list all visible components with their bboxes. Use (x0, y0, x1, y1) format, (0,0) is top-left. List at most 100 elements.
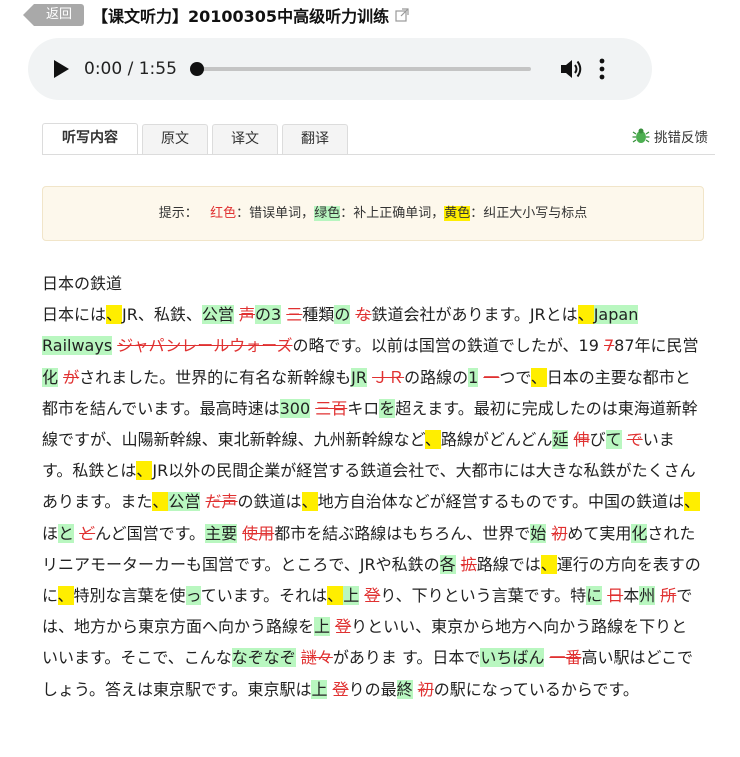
volume-icon[interactable] (559, 58, 583, 80)
progress-bar[interactable] (189, 62, 531, 76)
tab-original[interactable]: 原文 (142, 124, 208, 154)
wrong-word: が (63, 367, 80, 387)
punctuation-fix: 、 (683, 492, 700, 512)
text-segment: の路線の (404, 367, 469, 387)
text-segment: がありま す。日本で (332, 648, 481, 668)
tab-divider (42, 154, 715, 155)
text-segment: り、下りという言葉です。特 (380, 586, 587, 606)
content-body: 日本には、JR、私鉄、公営 声の3 三種類の な鉄道会社があります。JRとは、J… (42, 299, 702, 705)
punctuation-fix: 、 (301, 492, 318, 512)
corrected-word: 公営 (201, 305, 234, 325)
text-segment: 鉄道会社があります。JRとは (371, 305, 578, 325)
text-segment: されました。世界的に有名な新幹線も (79, 367, 352, 387)
wrong-word: 登 (332, 679, 349, 699)
wrong-word: ＪＲ (372, 367, 405, 387)
wrong-word: 三 (286, 305, 303, 325)
text-segment: ほ (42, 523, 59, 543)
wrong-word: 一番 (549, 648, 582, 668)
corrected-word: を (379, 398, 396, 418)
corrected-word: 化 (42, 367, 59, 387)
hint-green-word: 绿色 (314, 206, 341, 221)
corrected-word: 州 (639, 586, 656, 606)
wrong-word: ジャパンレールウォーズ (117, 336, 293, 356)
hint-red-word: 红色 (210, 206, 237, 221)
punctuation-fix: 、 (106, 305, 123, 325)
corrected-word: 300 (279, 398, 311, 418)
corrected-word: と (58, 523, 75, 543)
punctuation-fix: 、 (424, 430, 441, 450)
punctuation-fix: 、 (577, 305, 594, 325)
external-link-icon[interactable] (395, 8, 409, 22)
punctuation-fix: 、 (152, 492, 169, 512)
report-label: 挑错反馈 (654, 130, 708, 146)
tab-dictation[interactable]: 听写内容 (42, 123, 138, 155)
text-segment: JR、私鉄、 (122, 305, 202, 325)
hint-prefix: 提示： (158, 206, 198, 221)
text-segment: りの最 (348, 679, 397, 699)
tab-translation[interactable]: 译文 (212, 124, 278, 154)
text-segment: 路線では (476, 554, 541, 574)
punctuation-fix: 、 (57, 586, 74, 606)
text-segment: の駅になっているからです。 (433, 679, 639, 699)
hint-yellow-desc: ：纠正大小写与标点 (470, 206, 588, 221)
corrected-word: て (605, 430, 622, 450)
wrong-word: 7 (603, 336, 615, 356)
corrected-word: っ (185, 586, 201, 606)
corrected-word: 上 (311, 679, 328, 699)
text-segment: 路線がどんどん (440, 430, 553, 450)
text-segment: 日本には (42, 305, 107, 325)
page-title: 【课文听力】20100305中高级听力训练 (92, 7, 390, 26)
wrong-word: 所 (660, 586, 677, 606)
corrected-word: 終 (396, 679, 413, 699)
wrong-word: 日 (607, 586, 624, 606)
dictation-content: 日本の鉄道 日本には、JR、私鉄、公営 声の3 三種類の な鉄道会社があります。… (42, 268, 702, 705)
time-display: 0:00 / 1:55 (84, 59, 177, 79)
tab-translate[interactable]: 翻译 (282, 124, 348, 154)
wrong-word: 伸 (573, 430, 590, 450)
audio-player: 0:00 / 1:55 (28, 38, 652, 100)
back-button[interactable]: 返回 (23, 4, 84, 26)
hint-box: 提示： 红色：错误单词，绿色：补上正确单词，黄色：纠正大小写与标点 (42, 186, 704, 241)
text-segment: んど国営です。 (95, 523, 206, 543)
wrong-word: 一 (483, 367, 500, 387)
punctuation-fix: 、 (136, 461, 153, 481)
corrected-word: の (334, 305, 351, 325)
progress-thumb[interactable] (189, 62, 204, 76)
bug-icon (632, 128, 650, 143)
corrected-word: JR (351, 367, 367, 387)
punctuation-fix: 、 (540, 554, 557, 574)
content-title: 日本の鉄道 (42, 274, 123, 293)
text-segment: の鉄道は (237, 492, 302, 512)
wrong-word: 拡 (460, 554, 477, 574)
hint-green-desc: ：补上正确单词， (340, 206, 445, 221)
wrong-word: 初 (417, 679, 434, 699)
corrected-word: 1 (468, 367, 479, 387)
text-segment: 地方自治体などが経営するものです。中国の鉄道は (317, 492, 684, 512)
corrected-word: いちばん (480, 648, 545, 668)
punctuation-fix: 、 (530, 367, 547, 387)
corrected-word: 上 (314, 617, 331, 637)
punctuation-fix: 、 (327, 586, 344, 606)
text-segment: ています。それは (200, 586, 328, 606)
wrong-word: 登 (335, 617, 352, 637)
report-error-link[interactable]: 挑错反馈 (632, 126, 708, 146)
text-segment: 種類 (302, 305, 335, 325)
wrong-word: な (355, 305, 372, 325)
wrong-word: 初 (551, 523, 568, 543)
corrected-word: 公営 (168, 492, 201, 512)
hint-red-desc: ：错误单词， (236, 206, 315, 221)
wrong-word: で (626, 430, 643, 450)
corrected-word: 化 (631, 523, 648, 543)
play-icon[interactable] (52, 59, 70, 79)
text-segment: 都市を結ぶ路線はもちろん、世界で (274, 523, 531, 543)
corrected-word: 各 (439, 554, 456, 574)
hint-yellow-word: 黄色 (444, 206, 471, 221)
text-segment: の略です。以前は国営の鉄道でしたが、19 (292, 336, 604, 356)
text-segment: めて実用 (567, 523, 632, 543)
more-options-icon[interactable] (599, 58, 605, 80)
wrong-word: 謎々 (300, 648, 333, 668)
corrected-word: 主要 (205, 523, 238, 543)
corrected-word: の3 (255, 305, 282, 325)
wrong-word: だ声 (205, 492, 238, 512)
text-segment: つで (499, 367, 531, 387)
